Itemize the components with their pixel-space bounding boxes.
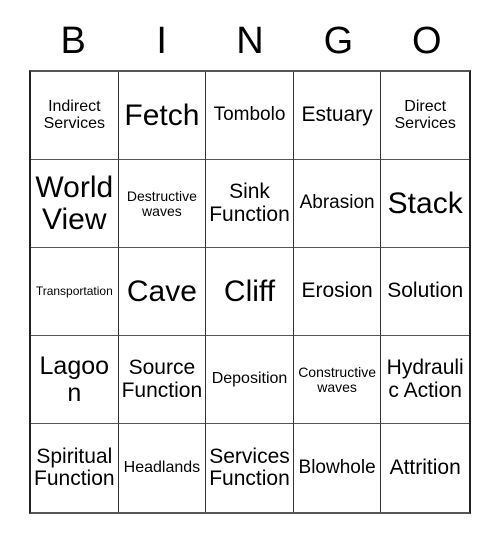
bingo-cell-label: Cliff bbox=[223, 274, 276, 308]
bingo-card: B I N G O Indirect Services Fetch Tombolo Estua… bbox=[0, 0, 500, 544]
bingo-cell-label: Deposition bbox=[211, 370, 288, 388]
bingo-cell[interactable]: Hydraulic Action bbox=[381, 336, 469, 424]
bingo-cell-label: Headlands bbox=[123, 458, 201, 476]
bingo-cell[interactable]: Cave bbox=[118, 248, 207, 336]
bingo-cell[interactable]: Solution bbox=[381, 248, 469, 336]
bingo-cell-label: Transportation bbox=[35, 284, 113, 299]
bingo-header-row: BINGO bbox=[29, 12, 471, 70]
bingo-cell-label: Hydraulic Action bbox=[386, 356, 464, 402]
bingo-cell-label: Destructive waves bbox=[126, 187, 197, 219]
bingo-cell[interactable]: Lagoon bbox=[31, 336, 119, 424]
bingo-cell[interactable]: Headlands bbox=[118, 424, 207, 512]
bingo-header-letter-i: I bbox=[156, 20, 167, 62]
bingo-cell[interactable]: Fetch bbox=[118, 72, 207, 160]
bingo-cell-label: Solution bbox=[387, 279, 464, 303]
bingo-cell[interactable]: Destructive waves bbox=[118, 160, 207, 248]
bingo-cell[interactable]: Estuary bbox=[293, 72, 382, 160]
bingo-cell-label: Blowhole bbox=[298, 456, 376, 478]
bingo-cell[interactable]: Transportation bbox=[31, 248, 119, 336]
bingo-cell-label: Attrition bbox=[389, 455, 461, 479]
bingo-cell-label: Indirect Services bbox=[43, 97, 105, 132]
bingo-cell[interactable]: Direct Services bbox=[381, 72, 469, 160]
bingo-cell[interactable]: Deposition bbox=[206, 336, 294, 424]
bingo-cell[interactable]: Abrasion bbox=[293, 160, 382, 248]
bingo-cell-label: Source Function bbox=[121, 356, 203, 402]
bingo-header-letter-o: O bbox=[412, 20, 442, 62]
bingo-cell-label: Services Function bbox=[209, 444, 290, 490]
bingo-cell-label: Lagoon bbox=[39, 352, 110, 407]
bingo-cell[interactable]: Cliff bbox=[206, 248, 294, 336]
bingo-cell[interactable]: Sink Function bbox=[206, 160, 294, 248]
bingo-cell-label: Estuary bbox=[301, 103, 373, 127]
bingo-cell[interactable]: Source Function bbox=[118, 336, 207, 424]
bingo-cell[interactable]: Stack bbox=[381, 160, 469, 248]
bingo-cell-label: Constructive waves bbox=[298, 363, 376, 395]
bingo-cell[interactable]: Erosion bbox=[293, 248, 382, 336]
bingo-cell-label: Cave bbox=[126, 274, 197, 308]
bingo-cell[interactable]: Attrition bbox=[381, 424, 469, 512]
bingo-cell-label: Fetch bbox=[124, 98, 200, 132]
bingo-cell[interactable]: Indirect Services bbox=[31, 72, 119, 160]
bingo-cell[interactable]: Services Function bbox=[206, 424, 294, 512]
bingo-cell[interactable]: World View bbox=[31, 160, 119, 248]
bingo-cell-label: Spiritual Function bbox=[34, 444, 115, 490]
bingo-cell[interactable]: Spiritual Function bbox=[31, 424, 119, 512]
bingo-cell[interactable]: Blowhole bbox=[293, 424, 382, 512]
bingo-header-letter-g: G bbox=[323, 20, 354, 62]
bingo-cell-label: Abrasion bbox=[299, 192, 375, 214]
bingo-cell-label: Direct Services bbox=[394, 97, 456, 132]
bingo-cell-label: Sink Function bbox=[209, 180, 290, 226]
bingo-cell[interactable]: Tombolo bbox=[206, 72, 294, 160]
bingo-cell-label: Erosion bbox=[301, 279, 373, 303]
bingo-header-letter-b: B bbox=[60, 20, 86, 62]
bingo-cell-label: Stack bbox=[387, 186, 463, 220]
bingo-cell[interactable]: Constructive waves bbox=[293, 336, 382, 424]
bingo-header-letter-n: N bbox=[236, 20, 264, 62]
bingo-cell-label: World View bbox=[35, 170, 114, 236]
bingo-cell-label: Tombolo bbox=[213, 104, 286, 126]
bingo-grid: Indirect Services Fetch Tombolo Estuary Dire… bbox=[29, 70, 471, 514]
